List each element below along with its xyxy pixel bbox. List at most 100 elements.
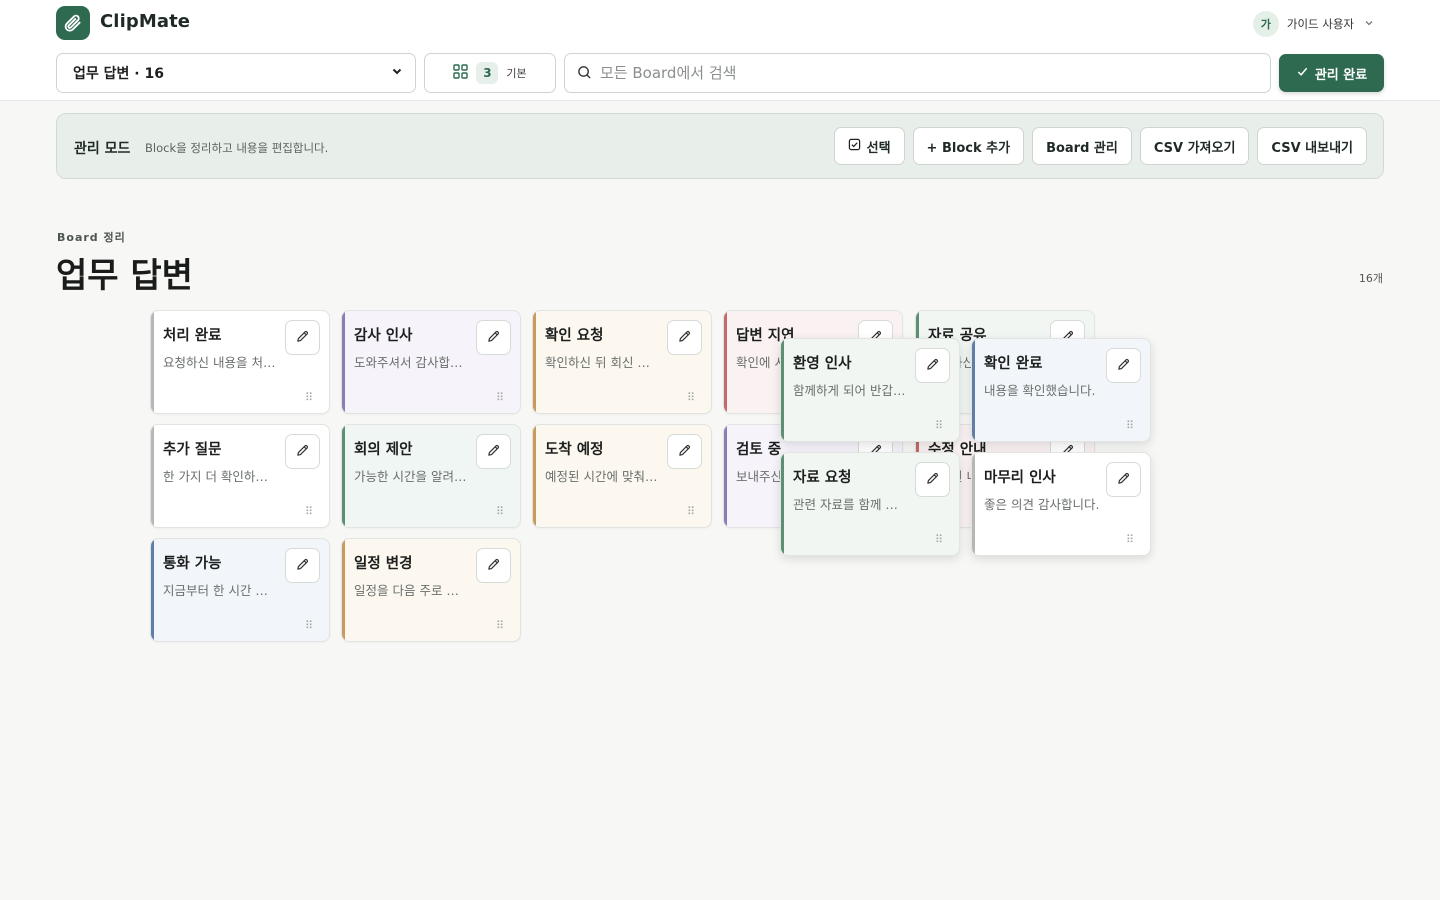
block-color-bar	[151, 425, 154, 527]
drag-handle-icon[interactable]: ⠿	[305, 391, 313, 404]
admin-mode-title: 관리 모드	[74, 141, 131, 157]
block-body: 가능한 시간을 알려주세요.	[354, 469, 470, 484]
edit-block-button[interactable]	[1106, 348, 1141, 383]
pencil-icon	[926, 470, 939, 489]
block-card[interactable]: 도착 예정예정된 시간에 맞춰 도착합니다. ⠿	[532, 424, 712, 528]
block-color-bar	[342, 425, 345, 527]
block-color-bar	[342, 539, 345, 641]
edit-block-button[interactable]	[285, 548, 320, 583]
csv-export-button[interactable]: CSV 내보내기	[1257, 127, 1367, 165]
block-color-bar	[151, 311, 154, 413]
done-button[interactable]: 관리 완료	[1279, 54, 1384, 92]
search-box[interactable]	[564, 53, 1271, 93]
manage-boards-button[interactable]: Board 관리	[1032, 127, 1132, 165]
block-title: 감사 인사	[354, 328, 413, 344]
pencil-icon	[296, 328, 309, 347]
block-color-bar	[972, 453, 975, 555]
block-card[interactable]: 추가 질문한 가지 더 확인하고 싶습니다. ⠿	[150, 424, 330, 528]
block-count: 16개	[1358, 272, 1383, 285]
block-card[interactable]: 마무리 인사 좋은 의견 감사합니다. ⠿	[971, 452, 1151, 556]
avatar: 가	[1252, 11, 1279, 37]
block-color-bar	[724, 311, 727, 413]
done-button-label: 관리 완료	[1314, 67, 1368, 83]
section-eyebrow: Board 정리	[57, 231, 126, 244]
pencil-icon	[296, 442, 309, 461]
layout-label: 기본	[506, 67, 527, 80]
manage-boards-button-label: Board 관리	[1046, 140, 1118, 156]
drag-handle-icon[interactable]: ⠿	[687, 505, 695, 518]
drag-handle-icon[interactable]: ⠿	[1126, 419, 1134, 432]
paperclip-logo-icon	[56, 6, 90, 40]
user-name: 가이드 사용자	[1286, 17, 1354, 31]
board-select-value: 업무 답변 · 16	[73, 66, 164, 82]
select-button-label: 선택	[866, 140, 891, 156]
edit-block-button[interactable]	[667, 434, 702, 469]
block-title: 추가 질문	[163, 442, 222, 458]
edit-block-button[interactable]	[476, 548, 511, 583]
edit-block-button[interactable]	[476, 320, 511, 355]
board-select[interactable]: 업무 답변 · 16	[56, 53, 416, 93]
block-card[interactable]: 확인 요청확인하신 뒤 회신 부탁드립니다. ⠿	[532, 310, 712, 414]
admin-mode-description: Block을 정리하고 내용을 편집합니다.	[145, 141, 329, 155]
drag-handle-icon[interactable]: ⠿	[687, 391, 695, 404]
block-color-bar	[533, 425, 536, 527]
layout-count-badge: 3	[476, 62, 499, 84]
search-input[interactable]	[600, 64, 1240, 82]
block-color-bar	[972, 339, 975, 441]
page-title: 업무 답변	[56, 256, 193, 296]
drag-handle-icon[interactable]: ⠿	[496, 505, 504, 518]
admin-actions: 선택 + Block 추가 Board 관리 CSV 가져오기 CSV 내보내기	[833, 127, 1367, 165]
edit-block-button[interactable]	[915, 462, 950, 497]
block-color-bar	[151, 539, 154, 641]
drag-handle-icon[interactable]: ⠿	[496, 619, 504, 632]
check-icon	[1296, 65, 1309, 82]
pencil-icon	[487, 442, 500, 461]
block-title: 확인 요청	[545, 328, 604, 344]
add-block-button[interactable]: + Block 추가	[912, 127, 1025, 165]
block-body: 확인하신 뒤 회신 부탁드립니다.	[545, 355, 661, 370]
block-card[interactable]: 확인 완료 내용을 확인했습니다. ⠿	[971, 338, 1151, 442]
admin-mode-bar: 관리 모드 Block을 정리하고 내용을 편집합니다. 선택 + Block …	[56, 113, 1384, 179]
checkbox-icon	[848, 138, 861, 155]
block-color-bar	[781, 339, 784, 441]
user-menu[interactable]: 가 가이드 사용자	[1252, 11, 1374, 37]
block-title: 통화 가능	[163, 556, 222, 572]
block-card[interactable]: 감사 인사 도와주셔서 감사합니다. ⠿	[341, 310, 521, 414]
block-card[interactable]: 자료 요청관련 자료를 함께 보내주세요. ⠿	[780, 452, 960, 556]
edit-block-button[interactable]	[285, 320, 320, 355]
block-title: 회의 제안	[354, 442, 413, 458]
pencil-icon	[678, 328, 691, 347]
edit-block-button[interactable]	[1106, 462, 1141, 497]
block-card[interactable]: 회의 제안가능한 시간을 알려주세요. ⠿	[341, 424, 521, 528]
block-color-bar	[342, 311, 345, 413]
block-card[interactable]: 일정 변경일정을 다음 주로 변경하고 싶습니다. ⠿	[341, 538, 521, 642]
block-card[interactable]: 처리 완료요청하신 내용을 처리했습니다. ⠿	[150, 310, 330, 414]
edit-block-button[interactable]	[915, 348, 950, 383]
block-body: 함께하게 되어 반갑습니다.	[793, 383, 909, 398]
edit-block-button[interactable]	[476, 434, 511, 469]
csv-import-button[interactable]: CSV 가져오기	[1139, 127, 1250, 165]
app-brand: ClipMate	[100, 11, 191, 32]
edit-block-button[interactable]	[667, 320, 702, 355]
chevron-down-icon	[391, 65, 403, 81]
drag-handle-icon[interactable]: ⠿	[1126, 533, 1134, 546]
search-icon	[577, 64, 592, 83]
select-button[interactable]: 선택	[833, 127, 905, 165]
pencil-icon	[1117, 356, 1130, 375]
layout-button[interactable]: 3 기본	[424, 53, 556, 93]
drag-handle-icon[interactable]: ⠿	[496, 391, 504, 404]
block-title: 자료 요청	[793, 470, 852, 486]
block-card[interactable]: 환영 인사함께하게 되어 반갑습니다. ⠿	[780, 338, 960, 442]
pencil-icon	[296, 556, 309, 575]
drag-handle-icon[interactable]: ⠿	[305, 619, 313, 632]
edit-block-button[interactable]	[285, 434, 320, 469]
pencil-icon	[487, 328, 500, 347]
drag-handle-icon[interactable]: ⠿	[305, 505, 313, 518]
drag-handle-icon[interactable]: ⠿	[935, 419, 943, 432]
drag-handle-icon[interactable]: ⠿	[935, 533, 943, 546]
block-body: 관련 자료를 함께 보내주세요.	[793, 497, 909, 512]
pencil-icon	[487, 556, 500, 575]
block-title: 마무리 인사	[984, 470, 1056, 486]
block-card[interactable]: 통화 가능지금부터 한 시간 통화 가능합니다. ⠿	[150, 538, 330, 642]
pencil-icon	[678, 442, 691, 461]
